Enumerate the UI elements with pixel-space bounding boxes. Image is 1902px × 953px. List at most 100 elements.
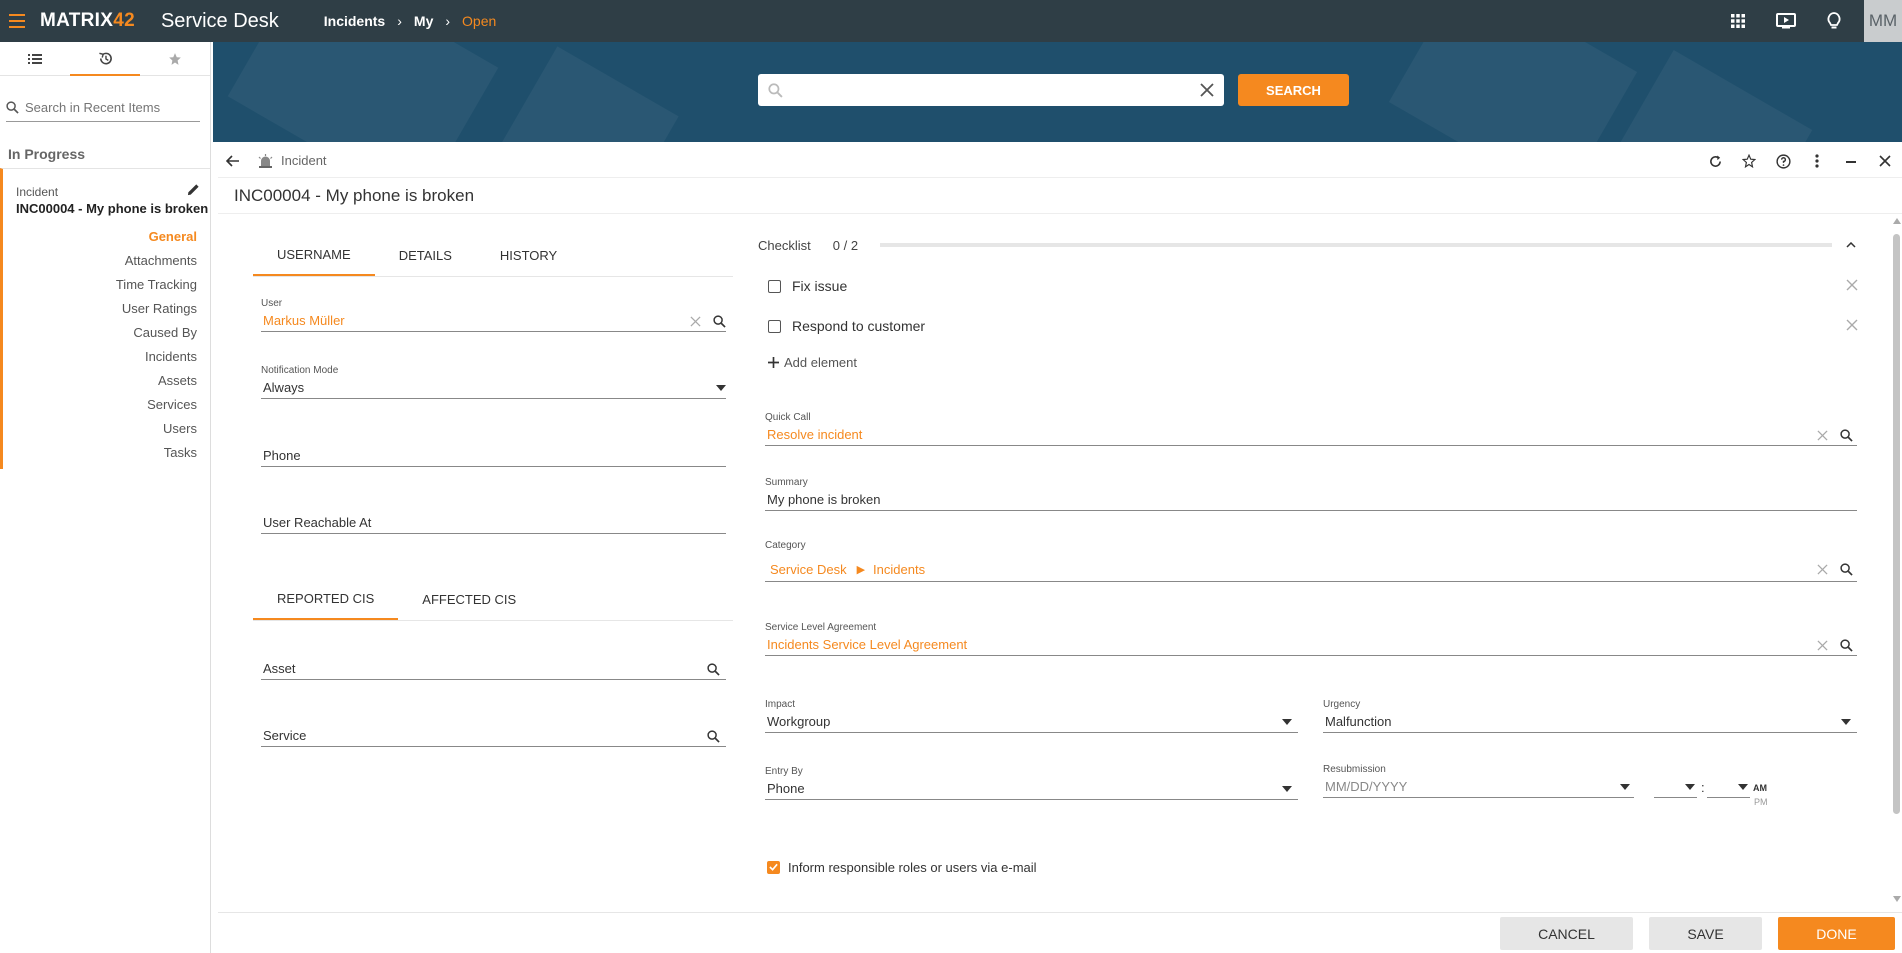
search-icon[interactable] <box>1840 638 1853 652</box>
search-icon[interactable] <box>713 314 726 328</box>
service-field[interactable]: Service <box>261 725 726 747</box>
apps-grid-icon[interactable] <box>1714 0 1762 42</box>
lightbulb-icon[interactable] <box>1810 0 1858 42</box>
summary-field[interactable]: Summary My phone is broken <box>765 477 1857 511</box>
save-button[interactable]: SAVE <box>1649 917 1762 950</box>
sidebar-item-attachments[interactable]: Attachments <box>3 249 197 273</box>
sidebar-item-assets[interactable]: Assets <box>3 369 197 393</box>
video-play-icon[interactable] <box>1762 0 1810 42</box>
summary-value: My phone is broken <box>767 492 881 507</box>
sidebar-item-user-ratings[interactable]: User Ratings <box>3 297 197 321</box>
user-reachable-field[interactable]: User Reachable At <box>261 512 726 534</box>
breadcrumb-incidents[interactable]: Incidents <box>324 13 385 29</box>
sidebar-item-users[interactable]: Users <box>3 417 197 441</box>
notification-value: Always <box>263 380 305 395</box>
cancel-button[interactable]: CANCEL <box>1500 917 1633 950</box>
add-element-button[interactable]: Add element <box>768 355 857 370</box>
dropdown-arrow-icon[interactable] <box>716 385 726 391</box>
sla-value[interactable]: Incidents Service Level Agreement <box>765 637 967 652</box>
help-icon[interactable] <box>1766 144 1800 178</box>
logo: MATRIX42 <box>40 10 135 31</box>
notification-mode-field[interactable]: Notification Mode Always <box>261 365 726 399</box>
tab-recent[interactable] <box>70 42 140 76</box>
category-part[interactable]: Service Desk <box>765 562 847 577</box>
urgency-field[interactable]: Urgency Malfunction <box>1323 699 1857 733</box>
tab-list[interactable] <box>0 42 70 76</box>
menu-icon[interactable] <box>0 0 34 42</box>
recent-item-title[interactable]: INC00004 - My phone is broken <box>16 201 210 216</box>
checkbox[interactable] <box>768 279 781 293</box>
impact-field[interactable]: Impact Workgroup <box>765 699 1298 733</box>
dropdown-arrow-icon[interactable] <box>1685 784 1695 790</box>
clear-icon[interactable] <box>1817 429 1828 441</box>
entry-by-field[interactable]: Entry By Phone <box>765 766 1298 800</box>
resubmission-minute-field[interactable] <box>1707 776 1750 798</box>
clear-icon[interactable] <box>1817 563 1828 575</box>
remove-icon[interactable] <box>1846 279 1858 291</box>
category-label: Category <box>765 540 806 551</box>
breadcrumb-my[interactable]: My <box>414 13 433 29</box>
user-value[interactable]: Markus Müller <box>261 313 345 328</box>
resubmission-hour-field[interactable] <box>1654 776 1697 798</box>
tab-history[interactable]: HISTORY <box>476 234 581 276</box>
resubmission-date-field[interactable]: Resubmission MM/DD/YYYY <box>1323 764 1634 798</box>
remove-icon[interactable] <box>1846 319 1858 331</box>
pencil-icon[interactable] <box>187 183 200 196</box>
dropdown-arrow-icon[interactable] <box>1282 719 1292 725</box>
search-icon[interactable] <box>707 729 720 743</box>
tab-favorites[interactable] <box>140 42 210 76</box>
entry-by-value: Phone <box>767 781 805 796</box>
recent-item[interactable]: Incident INC00004 - My phone is broken G… <box>0 168 210 469</box>
search-icon[interactable] <box>707 662 720 676</box>
checklist-item: Respond to customer <box>768 315 1858 337</box>
more-vert-icon[interactable] <box>1800 144 1834 178</box>
sidebar-item-caused-by[interactable]: Caused By <box>3 321 197 345</box>
avatar[interactable]: MM <box>1864 0 1902 42</box>
am-toggle[interactable]: AM <box>1753 783 1767 793</box>
minimize-icon[interactable] <box>1834 144 1868 178</box>
breadcrumb-open[interactable]: Open <box>462 13 496 29</box>
dropdown-arrow-icon[interactable] <box>1620 784 1630 790</box>
chevron-up-icon[interactable] <box>1846 242 1856 248</box>
sidebar-item-tasks[interactable]: Tasks <box>3 441 197 465</box>
phone-field[interactable]: Phone <box>261 445 726 467</box>
inform-option: Inform responsible roles or users via e-… <box>767 856 1857 878</box>
close-icon[interactable] <box>1868 144 1902 178</box>
sidebar-item-incidents[interactable]: Incidents <box>3 345 197 369</box>
sidebar-item-services[interactable]: Services <box>3 393 197 417</box>
clear-icon[interactable] <box>1817 639 1828 651</box>
star-outline-icon[interactable] <box>1732 144 1766 178</box>
clear-icon[interactable] <box>690 315 701 327</box>
sidebar-item-time-tracking[interactable]: Time Tracking <box>3 273 197 297</box>
user-reachable-placeholder: User Reachable At <box>263 515 372 530</box>
category-part[interactable]: Incidents <box>871 562 925 577</box>
search-icon[interactable] <box>1840 428 1853 442</box>
scrollbar[interactable] <box>1891 216 1902 906</box>
global-search[interactable] <box>758 74 1224 106</box>
inform-checkbox[interactable] <box>767 860 780 874</box>
clear-search-icon[interactable] <box>1200 83 1214 97</box>
tab-username[interactable]: USERNAME <box>253 234 375 276</box>
sla-label: Service Level Agreement <box>765 622 877 633</box>
dropdown-arrow-icon[interactable] <box>1738 784 1748 790</box>
done-button[interactable]: DONE <box>1778 917 1895 950</box>
quick-call-value[interactable]: Resolve incident <box>765 427 862 442</box>
sidebar-item-general[interactable]: General <box>3 225 197 249</box>
dropdown-arrow-icon[interactable] <box>1282 786 1292 792</box>
back-arrow-icon[interactable] <box>226 154 246 167</box>
tab-affected-cis[interactable]: AFFECTED CIS <box>398 578 540 620</box>
tab-reported-cis[interactable]: REPORTED CIS <box>253 578 399 620</box>
recent-search[interactable] <box>6 94 200 122</box>
recent-search-input[interactable] <box>25 100 185 115</box>
dropdown-arrow-icon[interactable] <box>1841 719 1851 725</box>
checklist-item-label: Fix issue <box>792 278 848 294</box>
refresh-icon[interactable] <box>1698 144 1732 178</box>
tab-details[interactable]: DETAILS <box>375 234 476 276</box>
ci-tabs: REPORTED CIS AFFECTED CIS <box>253 578 733 621</box>
global-search-input[interactable] <box>791 82 1200 98</box>
asset-field[interactable]: Asset <box>261 658 726 680</box>
pm-toggle[interactable]: PM <box>1754 797 1768 807</box>
search-button[interactable]: SEARCH <box>1238 74 1349 106</box>
checkbox[interactable] <box>768 319 781 333</box>
search-icon[interactable] <box>1840 562 1853 576</box>
